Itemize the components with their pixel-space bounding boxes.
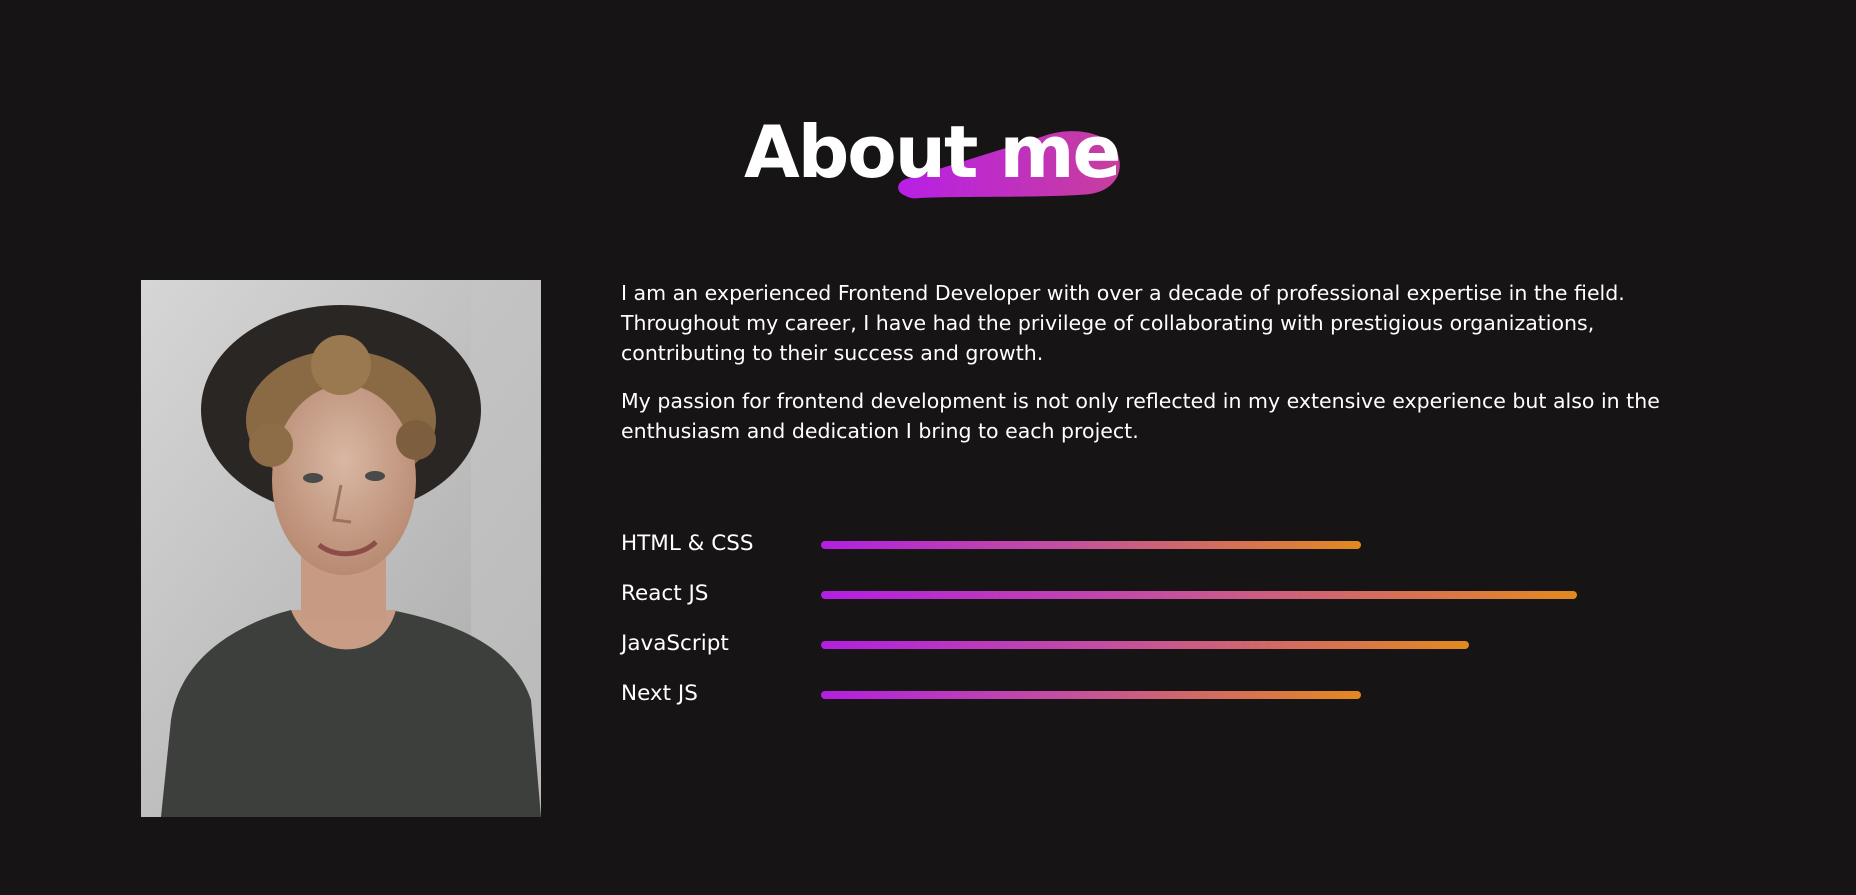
skill-row: JavaScript: [621, 628, 1721, 678]
skill-row: HTML & CSS: [621, 528, 1721, 578]
about-text: I am an experienced Frontend Developer w…: [621, 278, 1711, 464]
skill-label: React JS: [621, 581, 709, 606]
skill-bar-fill: [821, 641, 1469, 649]
skill-label: Next JS: [621, 681, 698, 706]
profile-photo: [141, 280, 541, 817]
skill-bar-fill: [821, 691, 1361, 699]
skill-bar-track: [821, 641, 1721, 649]
skills-list: HTML & CSS React JS JavaScript Next JS: [621, 528, 1721, 728]
about-paragraph: My passion for frontend development is n…: [621, 389, 1660, 443]
skill-bar-track: [821, 591, 1721, 599]
skill-label: HTML & CSS: [621, 531, 754, 556]
skill-label: JavaScript: [621, 631, 729, 656]
about-section: About me I am an experienced Frontend De…: [0, 0, 1856, 895]
skill-bar-fill: [821, 541, 1361, 549]
title-block: About me: [744, 104, 1144, 204]
skill-bar-fill: [821, 591, 1577, 599]
skill-bar-track: [821, 541, 1721, 549]
skill-row: React JS: [621, 578, 1721, 628]
section-title: About me: [744, 110, 1121, 194]
skill-bar-track: [821, 691, 1721, 699]
about-paragraph: I am an experienced Frontend Developer w…: [621, 281, 1625, 365]
skill-row: Next JS: [621, 678, 1721, 728]
